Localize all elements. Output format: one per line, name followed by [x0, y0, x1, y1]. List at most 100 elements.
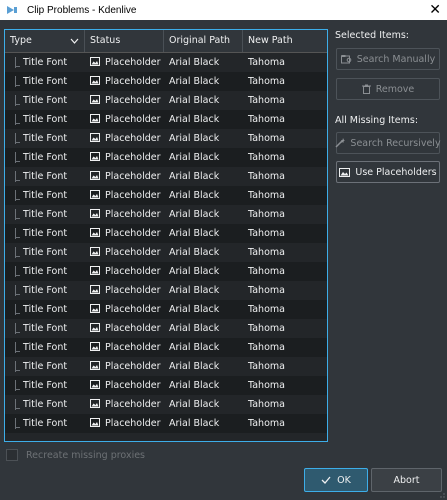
status-value: Placeholder	[105, 285, 161, 296]
type-cell: Title Font	[5, 304, 85, 315]
new-path-cell: Tahoma	[243, 304, 327, 315]
new-path-value: Tahoma	[248, 190, 285, 201]
column-header-type[interactable]: Type	[5, 30, 85, 52]
new-path-cell: Tahoma	[243, 285, 327, 296]
table-row[interactable]: Title Font Placeholder Arial Black Tahoma	[5, 395, 327, 414]
new-path-value: Tahoma	[248, 399, 285, 410]
original-path-value: Arial Black	[169, 76, 220, 87]
image-icon	[90, 190, 100, 199]
type-value: Title Font	[23, 95, 68, 106]
table-row[interactable]: Title Font Placeholder Arial Black Tahoma	[5, 186, 327, 205]
type-value: Title Font	[23, 228, 68, 239]
table-row[interactable]: Title Font Placeholder Arial Black Tahoma	[5, 414, 327, 433]
type-cell: Title Font	[5, 380, 85, 391]
image-icon	[339, 167, 351, 177]
table-row[interactable]: Title Font Placeholder Arial Black Tahoma	[5, 243, 327, 262]
remove-button[interactable]: Remove	[336, 78, 440, 100]
status-cell: Placeholder	[85, 266, 164, 277]
original-path-value: Arial Black	[169, 342, 220, 353]
new-path-cell: Tahoma	[243, 228, 327, 239]
tree-branch	[15, 351, 20, 352]
original-path-cell: Arial Black	[164, 209, 243, 220]
status-value: Placeholder	[105, 247, 161, 258]
type-cell: Title Font	[5, 114, 85, 125]
search-manually-label: Search Manually	[356, 53, 436, 65]
table-row[interactable]: Title Font Placeholder Arial Black Tahoma	[5, 167, 327, 186]
tree-branch	[15, 123, 20, 124]
tree-branch	[15, 66, 20, 67]
type-value: Title Font	[23, 361, 68, 372]
image-icon	[90, 152, 100, 161]
table-row[interactable]: Title Font Placeholder Arial Black Tahoma	[5, 72, 327, 91]
new-path-cell: Tahoma	[243, 399, 327, 410]
status-value: Placeholder	[105, 190, 161, 201]
recreate-proxies-label: Recreate missing proxies	[26, 449, 146, 461]
type-value: Title Font	[23, 57, 68, 68]
original-path-cell: Arial Black	[164, 152, 243, 163]
selected-items-label: Selected Items:	[335, 30, 409, 41]
new-path-value: Tahoma	[248, 304, 285, 315]
original-path-cell: Arial Black	[164, 133, 243, 144]
new-path-value: Tahoma	[248, 380, 285, 391]
status-value: Placeholder	[105, 380, 161, 391]
missing-clips-table[interactable]: Type Status Original Path New Path Title…	[4, 29, 328, 442]
type-cell: Title Font	[5, 323, 85, 334]
search-manually-button[interactable]: Search Manually	[336, 48, 440, 70]
type-value: Title Font	[23, 399, 68, 410]
status-cell: Placeholder	[85, 380, 164, 391]
type-value: Title Font	[23, 380, 68, 391]
table-row[interactable]: Title Font Placeholder Arial Black Tahoma	[5, 91, 327, 110]
type-cell: Title Font	[5, 285, 85, 296]
column-header-original-path[interactable]: Original Path	[164, 30, 243, 52]
table-row[interactable]: Title Font Placeholder Arial Black Tahoma	[5, 110, 327, 129]
type-value: Title Font	[23, 114, 68, 125]
status-cell: Placeholder	[85, 133, 164, 144]
status-cell: Placeholder	[85, 228, 164, 239]
tree-branch	[15, 256, 20, 257]
magic-wand-icon	[335, 138, 346, 148]
ok-button[interactable]: OK	[304, 468, 368, 492]
original-path-value: Arial Black	[169, 380, 220, 391]
abort-button[interactable]: Abort	[371, 468, 442, 492]
image-icon	[90, 209, 100, 218]
table-row[interactable]: Title Font Placeholder Arial Black Tahoma	[5, 224, 327, 243]
new-path-value: Tahoma	[248, 171, 285, 182]
use-placeholders-button[interactable]: Use Placeholders	[336, 161, 440, 183]
search-recursively-button[interactable]: Search Recursively	[335, 132, 441, 154]
new-path-cell: Tahoma	[243, 133, 327, 144]
recreate-proxies-option[interactable]: Recreate missing proxies	[6, 449, 145, 461]
tree-branch	[15, 294, 20, 295]
kdenlive-app-icon	[7, 6, 17, 14]
new-path-cell: Tahoma	[243, 171, 327, 182]
table-row[interactable]: Title Font Placeholder Arial Black Tahoma	[5, 338, 327, 357]
column-header-label: Original Path	[169, 35, 231, 46]
table-row[interactable]: Title Font Placeholder Arial Black Tahoma	[5, 376, 327, 395]
new-path-value: Tahoma	[248, 418, 285, 429]
original-path-value: Arial Black	[169, 209, 220, 220]
type-value: Title Font	[23, 418, 68, 429]
abort-label: Abort	[393, 474, 420, 486]
table-row[interactable]: Title Font Placeholder Arial Black Tahoma	[5, 357, 327, 376]
table-row[interactable]: Title Font Placeholder Arial Black Tahoma	[5, 262, 327, 281]
table-row[interactable]: Title Font Placeholder Arial Black Tahoma	[5, 148, 327, 167]
image-icon	[90, 76, 100, 85]
new-path-cell: Tahoma	[243, 190, 327, 201]
type-cell: Title Font	[5, 361, 85, 372]
type-value: Title Font	[23, 76, 68, 87]
column-header-status[interactable]: Status	[85, 30, 164, 52]
recreate-proxies-checkbox[interactable]	[6, 449, 18, 461]
tree-branch	[15, 199, 20, 200]
close-icon[interactable]: ✕	[429, 2, 441, 18]
table-row[interactable]: Title Font Placeholder Arial Black Tahoma	[5, 281, 327, 300]
type-value: Title Font	[23, 133, 68, 144]
table-row[interactable]: Title Font Placeholder Arial Black Tahoma	[5, 53, 327, 72]
table-row[interactable]: Title Font Placeholder Arial Black Tahoma	[5, 205, 327, 224]
table-row[interactable]: Title Font Placeholder Arial Black Tahoma	[5, 129, 327, 148]
original-path-value: Arial Black	[169, 152, 220, 163]
type-value: Title Font	[23, 190, 68, 201]
column-header-new-path[interactable]: New Path	[243, 30, 327, 52]
original-path-value: Arial Black	[169, 228, 220, 239]
table-row[interactable]: Title Font Placeholder Arial Black Tahoma	[5, 300, 327, 319]
resize-grip-icon[interactable]	[437, 490, 445, 498]
table-row[interactable]: Title Font Placeholder Arial Black Tahoma	[5, 319, 327, 338]
